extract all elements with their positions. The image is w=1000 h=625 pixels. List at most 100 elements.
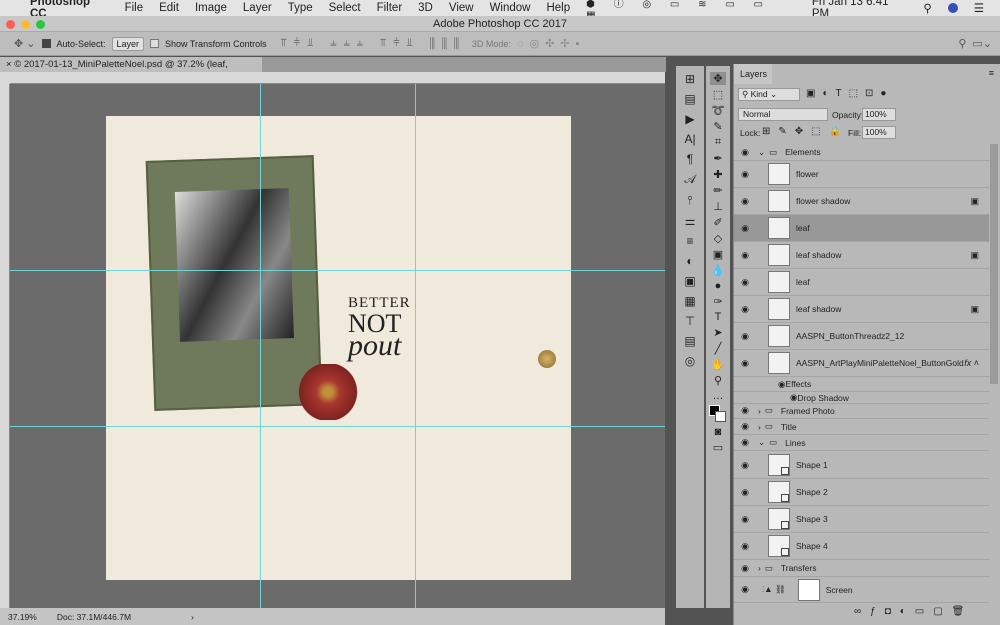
visibility-icon[interactable]: ◉ [734,147,756,158]
close-button[interactable] [6,20,15,29]
workspace-icon[interactable]: ▭⌄ [972,37,992,50]
document-tab[interactable]: × © 2017-01-13_MiniPaletteNoel.psd @ 37.… [0,57,262,85]
layer-row[interactable]: ◉ Effects [734,377,989,392]
history-brush-icon[interactable]: ✐ [713,216,722,229]
visibility-icon[interactable]: ◉ [734,358,756,369]
layer-row[interactable]: ◉ AASPN_ButtonThreadz2_12 [734,323,989,350]
menu-type[interactable]: Type [288,2,313,14]
align-icons[interactable]: ⫪⫩⫫ ⫨⫨⫨ ⫪⫩⫫ ⫼⫼⫼ [281,37,466,50]
status-arrow-icon[interactable]: › [191,612,194,622]
hand-tool-icon[interactable]: ✋ [711,358,725,371]
menu-3d[interactable]: 3D [418,2,433,14]
type-tool-icon[interactable]: T [715,311,722,323]
layer-row[interactable]: ◉ ⫶▲ ⛓ Screen [734,577,989,603]
color-icon[interactable]: ◐ [686,254,693,268]
history-icon[interactable]: ⊞ [685,72,695,86]
chevron-down-icon[interactable]: ⌄ [758,147,765,158]
vertical-ruler[interactable] [0,84,10,608]
fill-input[interactable]: 100% [862,126,896,139]
marquee-tool-icon[interactable]: ⬚ [713,88,723,101]
filter-icons[interactable]: ▣◐T⬚⊡● [806,88,893,99]
visibility-icon[interactable]: ◉ [734,487,756,498]
eyedropper-icon[interactable]: ✒ [713,152,722,165]
guide-vertical[interactable] [260,84,261,608]
brush-tool-icon[interactable]: ✏ [713,184,722,197]
doc-size[interactable]: Doc: 37.1M/446.7M [57,612,131,622]
zoom-button[interactable] [36,20,45,29]
move-tool-icon[interactable]: ✥ ⌄ [14,37,36,50]
visibility-icon[interactable]: ◉ [734,405,756,416]
visibility-icon[interactable]: ◉ [734,304,756,315]
glyphs-icon[interactable]: 𝒜 [684,172,695,187]
search-icon[interactable]: ⚲ [958,37,966,50]
path-select-icon[interactable]: ➤ [713,326,722,339]
layers-scrollbar[interactable] [990,144,998,384]
3d-mode-icons[interactable]: ◌◎✣✢▪ [517,37,585,50]
visibility-icon[interactable]: ◉ [734,421,756,432]
paragraph-icon[interactable]: ¶ [687,152,693,166]
cc-icon[interactable]: ◎ [685,354,695,368]
menu-image[interactable]: Image [195,2,227,14]
blur-icon[interactable]: 💧 [711,264,725,277]
layer-row[interactable]: ◉ leaf [734,269,989,296]
menu-layer[interactable]: Layer [243,2,272,14]
siri-icon[interactable] [947,3,958,13]
chevron-right-icon[interactable]: › [758,422,761,432]
fx-icon[interactable]: fx ˄ [964,358,979,368]
panel-menu-icon[interactable]: ≡ [989,68,994,78]
play-icon[interactable]: ▶ [685,112,694,126]
visibility-icon[interactable]: ◉ [734,563,756,574]
zoom-level[interactable]: 37.19% [8,612,37,622]
guide-vertical[interactable] [415,84,416,608]
libraries-icon[interactable]: ▤ [684,334,695,348]
close-tab-icon[interactable]: × [6,59,14,70]
horizontal-ruler[interactable] [10,72,665,84]
quick-select-icon[interactable]: ✎ [713,120,722,133]
menu-edit[interactable]: Edit [159,2,179,14]
menu-filter[interactable]: Filter [377,2,403,14]
visibility-icon[interactable]: ◉ [734,541,756,552]
layer-row[interactable]: ◉ ⌄ ▭ Elements [734,144,989,161]
move-tool-icon[interactable]: ✥ [710,72,726,85]
chevron-right-icon[interactable]: › [758,563,761,573]
layer-row[interactable]: ◉ flower shadow ▣ [734,188,989,215]
layer-row[interactable]: ◉ Shape 4 [734,533,989,560]
layer-row[interactable]: ◉ › ▭ Framed Photo [734,403,989,419]
document-page[interactable]: BETTER NOT pout [106,116,571,580]
visibility-icon[interactable]: ◉ [734,250,756,261]
adjust-icon[interactable]: ⚌ [685,214,696,228]
layer-row[interactable]: ◉ AASPN_ArtPlayMiniPaletteNoel_ButtonGold… [734,350,989,377]
crop-tool-icon[interactable]: ⌗ [715,136,721,149]
visibility-icon[interactable]: ◉ [734,169,756,180]
transform-checkbox[interactable] [150,39,160,48]
layer-row[interactable]: ◉ leaf shadow ▣ [734,296,989,323]
layer-row[interactable]: ◉ Shape 1 [734,452,989,479]
color-swatches[interactable] [709,405,727,423]
lasso-tool-icon[interactable]: ➰ [711,104,725,117]
visibility-icon[interactable]: ◉ [734,584,756,595]
layers-tab[interactable]: Layers [734,64,772,84]
canvas-area[interactable]: BETTER NOT pout [10,84,665,608]
filter-kind-select[interactable]: ⚲ Kind ⌄ [738,88,800,101]
blend-mode-select[interactable]: Normal [738,108,828,121]
guide-horizontal[interactable] [10,270,665,271]
pen-tool-icon[interactable]: ✑ [713,295,722,308]
visibility-icon[interactable]: ◉ [778,379,785,390]
layer-row[interactable]: ◉ › ▭ Transfers [734,560,989,577]
menu-view[interactable]: View [449,2,474,14]
notification-icon[interactable]: ☰ [974,1,984,15]
layer-row[interactable]: ◉ Shape 2 [734,479,989,506]
more-tools-icon[interactable]: … [713,390,724,402]
lock-icons[interactable]: ⊞✎✥⬚🔒 [762,126,849,137]
minimize-button[interactable] [21,20,30,29]
line-tool-icon[interactable]: ╱ [715,342,722,355]
visibility-icon[interactable]: ◉ [734,514,756,525]
grid-icon[interactable]: ▦ [684,294,695,308]
eraser-icon[interactable]: ◇ [714,232,722,245]
visibility-icon[interactable]: ◉ [734,196,756,207]
spotlight-icon[interactable]: ⚲ [923,1,931,15]
visibility-icon[interactable]: ◉ [734,331,756,342]
screen-mode-icon[interactable]: ▭ [713,441,723,454]
visibility-icon[interactable]: ◉ [734,277,756,288]
menu-select[interactable]: Select [329,2,361,14]
